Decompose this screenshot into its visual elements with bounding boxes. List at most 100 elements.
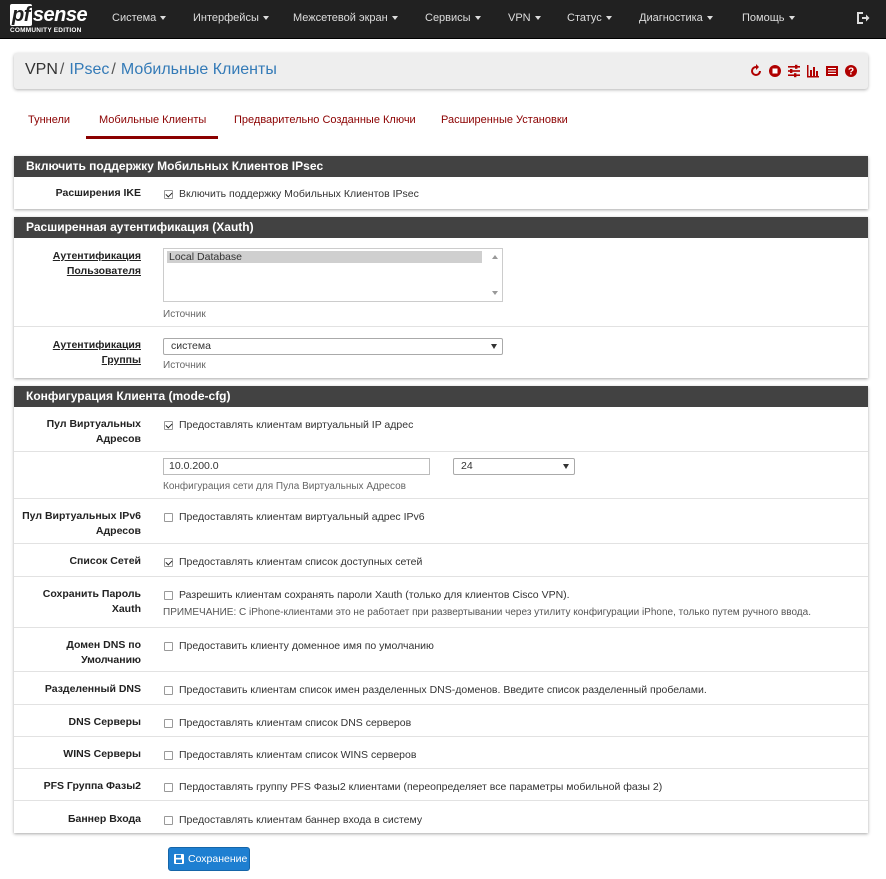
label-dns-servers: DNS Серверы <box>68 716 141 728</box>
panel-heading: Конфигурация Клиента (mode-cfg) <box>14 386 868 407</box>
split-dns-checkbox[interactable] <box>164 686 173 695</box>
virtual-pool-checkbox[interactable] <box>164 421 173 430</box>
help-icon[interactable]: ? <box>844 64 858 78</box>
save-button[interactable]: Сохранение <box>168 847 250 871</box>
listbox-option[interactable]: Local Database <box>167 251 482 263</box>
wins-servers-text: Предоставлять клиентам список WINS серве… <box>179 749 417 761</box>
log-icon[interactable] <box>825 64 839 78</box>
row-virtual-pool6: Пул Виртуальных IPv6 Адресов Предоставлят… <box>14 498 868 544</box>
user-auth-help: Источник <box>163 309 206 320</box>
breadcrumb: VPN / IPsec / Мобильные Клиенты <box>25 61 277 78</box>
breadcrumb-vpn: VPN <box>25 61 58 78</box>
scroll-up-icon[interactable] <box>492 255 498 259</box>
ike-extensions-checkbox[interactable] <box>164 190 173 199</box>
group-auth-help: Источник <box>163 360 206 371</box>
nav-menu-help[interactable]: Помощь <box>742 0 795 38</box>
tab-advanced-settings[interactable]: Расширенные Установки <box>441 114 568 126</box>
label-virtual-pool6: Пул Виртуальных IPv6 Адресов <box>22 510 141 537</box>
label-user-auth: Аутентификация Пользователя <box>52 250 141 277</box>
row-ike-extensions: Расширения IKE Включить поддержку Мобиль… <box>14 177 868 209</box>
virtual-pool6-text: Предоставлять клиентам виртуальный адрес… <box>179 511 425 523</box>
tab-mobile-clients[interactable]: Мобильные Клиенты <box>99 114 206 126</box>
tab-pre-shared-keys[interactable]: Предварительно Созданные Ключи <box>234 114 416 126</box>
stop-icon[interactable] <box>768 64 782 78</box>
user-auth-listbox[interactable]: Local Database <box>163 248 503 302</box>
row-pfs-group: PFS Группа Фазы2 Пердоставлять группу PF… <box>14 768 868 801</box>
dns-servers-text: Предоставлять клиентам список DNS сервер… <box>179 717 412 729</box>
row-login-banner: Баннер Входа Предоставлять клиентам банн… <box>14 800 868 834</box>
nav-menu-firewall[interactable]: Межсетевой экран <box>293 0 398 38</box>
scroll-down-icon[interactable] <box>492 291 498 295</box>
label-group-auth: Аутентификация Группы <box>52 339 141 366</box>
save-xauth-password-text: Разрешить клиентам сохранять пароли Xaut… <box>179 589 570 601</box>
row-save-xauth-password: Сохранить Пароль Xauth Разрешить клиента… <box>14 576 868 628</box>
row-split-dns: Разделенный DNS Предоставить клиентам сп… <box>14 671 868 705</box>
active-tab-indicator <box>86 136 218 139</box>
settings-sliders-icon[interactable] <box>787 64 801 78</box>
logout-icon[interactable] <box>856 11 870 25</box>
default-dns-domain-checkbox[interactable] <box>164 642 173 651</box>
row-group-auth: Аутентификация Группы система Источник <box>14 326 868 379</box>
logo-text: pf sense <box>10 4 88 26</box>
split-dns-text: Предоставить клиентам список имен раздел… <box>179 684 707 696</box>
logo-subtitle: COMMUNITY EDITION <box>10 27 82 34</box>
caret-down-icon <box>262 16 269 21</box>
ike-extensions-text: Включить поддержку Мобильных Клиентов IP… <box>179 188 419 200</box>
chart-icon[interactable] <box>806 64 820 78</box>
label-ike-extensions: Расширения IKE <box>55 187 141 199</box>
label-network-list: Список Сетей <box>69 555 141 567</box>
panel-client-config: Конфигурация Клиента (mode-cfg) Пул Вирт… <box>14 386 868 833</box>
row-wins-servers: WINS Серверы Предоставлять клиентам спис… <box>14 736 868 769</box>
row-virtual-pool-network: 10.0.200.0 24 Конфигурация сети для Пула… <box>14 451 868 499</box>
svg-text:?: ? <box>848 67 854 78</box>
pfs-group-text: Пердоставлять группу PFS Фазы2 клиентами… <box>179 781 663 793</box>
row-network-list: Список Сетей Предоставлять клиентам спис… <box>14 543 868 577</box>
pool-network-input[interactable]: 10.0.200.0 <box>163 458 430 475</box>
nav-menu-interfaces[interactable]: Интерфейсы <box>193 0 269 38</box>
breadcrumb-ipsec-link[interactable]: IPsec <box>69 61 109 78</box>
panel-heading: Включить поддержку Мобильных Клиентов IP… <box>14 156 868 177</box>
wins-servers-checkbox[interactable] <box>164 751 173 760</box>
pool-network-help: Конфигурация сети для Пула Виртуальных А… <box>163 481 406 492</box>
login-banner-text: Предоставлять клиентам баннер входа в си… <box>179 814 423 826</box>
nav-menu-services[interactable]: Сервисы <box>425 0 481 38</box>
row-user-auth: Аутентификация Пользователя Local Databas… <box>14 238 868 326</box>
tab-tunnels[interactable]: Туннели <box>28 114 70 126</box>
nav-menu-diagnostics[interactable]: Диагностика <box>639 0 713 38</box>
panel-enable-mobile: Включить поддержку Мобильных Клиентов IP… <box>14 156 868 209</box>
pfs-group-checkbox[interactable] <box>164 783 173 792</box>
dns-servers-checkbox[interactable] <box>164 719 173 728</box>
nav-menu-status[interactable]: Статус <box>567 0 612 38</box>
save-icon <box>174 854 184 864</box>
network-list-checkbox[interactable] <box>164 558 173 567</box>
network-list-text: Предоставлять клиентам список доступных … <box>179 556 423 568</box>
label-pfs-group: PFS Группа Фазы2 <box>43 780 141 792</box>
default-dns-domain-text: Предоставить клиенту доменное имя по умо… <box>179 640 434 652</box>
caret-down-icon <box>788 16 795 21</box>
header-action-icons: ? <box>749 64 858 78</box>
virtual-pool6-checkbox[interactable] <box>164 513 173 522</box>
label-split-dns: Разделенный DNS <box>44 683 141 695</box>
group-auth-select[interactable]: система <box>163 338 503 355</box>
caret-down-icon <box>534 16 541 21</box>
label-save-xauth-password: Сохранить Пароль Xauth <box>42 588 141 615</box>
label-wins-servers: WINS Серверы <box>63 748 141 760</box>
breadcrumb-mobile-clients-link[interactable]: Мобильные Клиенты <box>121 61 277 78</box>
panel-xauth: Расширенная аутентификация (Xauth) Аутен… <box>14 217 868 378</box>
caret-down-icon <box>605 16 612 21</box>
breadcrumb-panel: VPN / IPsec / Мобильные Клиенты ? <box>14 53 868 89</box>
row-virtual-pool: Пул Виртуальных Адресов Предоставлять кли… <box>14 407 868 451</box>
nav-menu-system[interactable]: Система <box>112 0 167 38</box>
panel-heading: Расширенная аутентификация (Xauth) <box>14 217 868 238</box>
label-virtual-pool: Пул Виртуальных Адресов <box>46 418 141 445</box>
login-banner-checkbox[interactable] <box>164 816 173 825</box>
caret-down-icon <box>474 16 481 21</box>
nav-menu-vpn[interactable]: VPN <box>508 0 541 38</box>
label-login-banner: Баннер Входа <box>67 813 141 825</box>
restart-icon[interactable] <box>749 64 763 78</box>
pfsense-logo[interactable]: pf sense COMMUNITY EDITION <box>10 4 90 34</box>
caret-down-icon <box>160 16 167 21</box>
label-default-dns-domain: Домен DNS по Умолчанию <box>66 639 141 666</box>
pool-mask-select[interactable]: 24 <box>453 458 575 475</box>
save-xauth-password-checkbox[interactable] <box>164 591 173 600</box>
